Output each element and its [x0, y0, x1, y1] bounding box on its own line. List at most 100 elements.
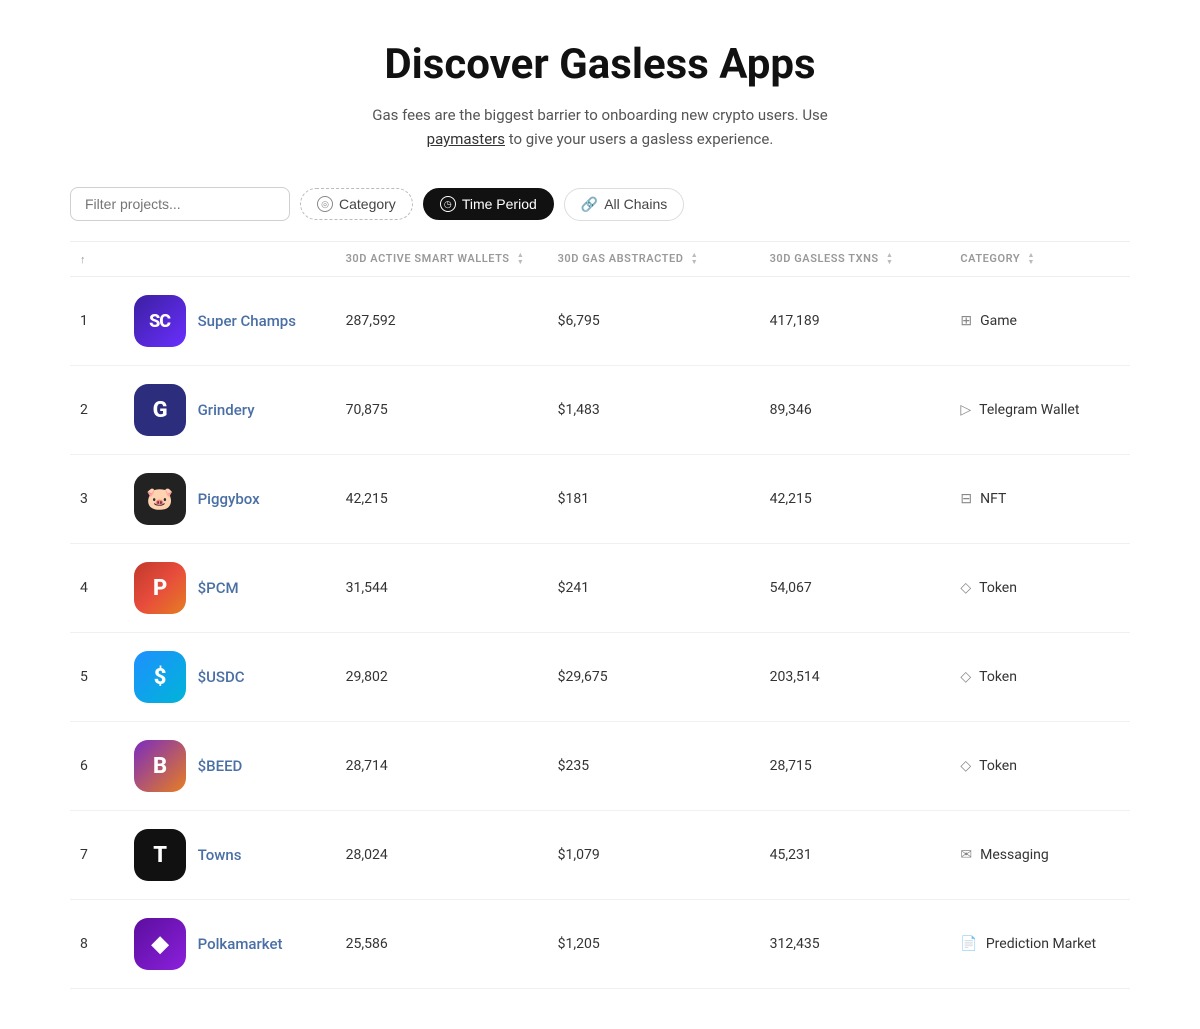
col-name	[134, 242, 346, 277]
name-cell: G Grindery	[134, 366, 346, 455]
category-icon: 📄	[960, 936, 977, 952]
app-name-link[interactable]: Super Champs	[198, 312, 296, 330]
col-gas[interactable]: 30D Gas Abstracted ▲▼	[558, 242, 770, 277]
name-cell: $ $USDC	[134, 633, 346, 722]
category-label: Messaging	[980, 847, 1049, 863]
app-name-link[interactable]: Towns	[198, 846, 242, 864]
category-cell: ◇ Token	[960, 722, 1130, 811]
gas-cell: $235	[558, 722, 770, 811]
txns-cell: 89,346	[770, 366, 961, 455]
filters-bar: ◎ Category ◷ Time Period 🔗 All Chains	[70, 187, 1130, 221]
time-period-filter-button[interactable]: ◷ Time Period	[423, 188, 554, 220]
projects-table: ↑ 30D Active Smart Wallets ▲▼ 30D Gas Ab…	[70, 241, 1130, 989]
table-body: 1 SC Super Champs 287,592 $6,795 417,189…	[70, 277, 1130, 989]
category-icon: ⊟	[960, 491, 972, 507]
txns-cell: 312,435	[770, 900, 961, 989]
time-icon: ◷	[440, 196, 456, 212]
rank-cell: 3	[70, 455, 134, 544]
col-wallets[interactable]: 30D Active Smart Wallets ▲▼	[346, 242, 558, 277]
page-subtitle: Gas fees are the biggest barrier to onbo…	[340, 103, 860, 151]
rank-cell: 7	[70, 811, 134, 900]
category-icon: ▷	[960, 402, 971, 418]
table-row: 7 T Towns 28,024 $1,079 45,231 ✉ Messagi…	[70, 811, 1130, 900]
app-name-link[interactable]: $USDC	[198, 668, 245, 686]
app-logo: G	[134, 384, 186, 436]
category-cell: ⊞ Game	[960, 277, 1130, 366]
category-icon: ◇	[960, 758, 971, 774]
name-cell: B $BEED	[134, 722, 346, 811]
category-label: Game	[980, 313, 1017, 329]
category-icon: ✉	[960, 847, 972, 863]
txns-cell: 45,231	[770, 811, 961, 900]
category-filter-button[interactable]: ◎ Category	[300, 188, 413, 220]
gas-cell: $181	[558, 455, 770, 544]
app-name-link[interactable]: Grindery	[198, 401, 255, 419]
category-icon: ⊞	[960, 313, 972, 329]
app-logo: 🐷	[134, 473, 186, 525]
category-label: Telegram Wallet	[979, 402, 1079, 418]
wallets-cell: 31,544	[346, 544, 558, 633]
app-name-link[interactable]: Piggybox	[198, 490, 260, 508]
category-icon: ◎	[317, 196, 333, 212]
col-rank[interactable]: ↑	[70, 242, 134, 277]
chain-link-icon: 🔗	[581, 196, 598, 213]
app-name-link[interactable]: Polkamarket	[198, 935, 283, 953]
category-label: Token	[979, 758, 1017, 774]
sort-gas-icon: ▲▼	[691, 252, 698, 266]
table-row: 6 B $BEED 28,714 $235 28,715 ◇ Token	[70, 722, 1130, 811]
rank-cell: 2	[70, 366, 134, 455]
name-cell: 🐷 Piggybox	[134, 455, 346, 544]
name-cell: P $PCM	[134, 544, 346, 633]
wallets-cell: 287,592	[346, 277, 558, 366]
sort-txns-icon: ▲▼	[886, 252, 893, 266]
category-label: Token	[979, 669, 1017, 685]
gas-cell: $6,795	[558, 277, 770, 366]
app-logo: SC	[134, 295, 186, 347]
table-row: 5 $ $USDC 29,802 $29,675 203,514 ◇ Token	[70, 633, 1130, 722]
wallets-cell: 42,215	[346, 455, 558, 544]
gas-cell: $1,079	[558, 811, 770, 900]
name-cell: T Towns	[134, 811, 346, 900]
page-header: Discover Gasless Apps Gas fees are the b…	[70, 40, 1130, 151]
category-icon: ◇	[960, 669, 971, 685]
table-header: ↑ 30D Active Smart Wallets ▲▼ 30D Gas Ab…	[70, 242, 1130, 277]
gas-cell: $241	[558, 544, 770, 633]
category-cell: ▷ Telegram Wallet	[960, 366, 1130, 455]
txns-cell: 54,067	[770, 544, 961, 633]
table-row: 1 SC Super Champs 287,592 $6,795 417,189…	[70, 277, 1130, 366]
sort-wallets-icon: ▲▼	[517, 252, 524, 266]
wallets-cell: 28,714	[346, 722, 558, 811]
gas-cell: $1,205	[558, 900, 770, 989]
app-logo: $	[134, 651, 186, 703]
category-icon: ◇	[960, 580, 971, 596]
app-name-link[interactable]: $BEED	[198, 757, 243, 775]
app-logo: B	[134, 740, 186, 792]
table-row: 8 ◆ Polkamarket 25,586 $1,205 312,435 📄 …	[70, 900, 1130, 989]
rank-cell: 5	[70, 633, 134, 722]
sort-cat-icon: ▲▼	[1028, 252, 1035, 266]
rank-cell: 8	[70, 900, 134, 989]
category-cell: ⊟ NFT	[960, 455, 1130, 544]
name-cell: ◆ Polkamarket	[134, 900, 346, 989]
rank-cell: 1	[70, 277, 134, 366]
app-logo: P	[134, 562, 186, 614]
category-label: Token	[979, 580, 1017, 596]
col-txns[interactable]: 30D Gasless TXNs ▲▼	[770, 242, 961, 277]
category-label: Prediction Market	[986, 936, 1096, 952]
search-input[interactable]	[70, 187, 290, 221]
wallets-cell: 28,024	[346, 811, 558, 900]
table-row: 2 G Grindery 70,875 $1,483 89,346 ▷ Tele…	[70, 366, 1130, 455]
all-chains-filter-button[interactable]: 🔗 All Chains	[564, 188, 684, 221]
app-name-link[interactable]: $PCM	[198, 579, 239, 597]
paymasters-link[interactable]: paymasters	[427, 130, 505, 148]
category-cell: 📄 Prediction Market	[960, 900, 1130, 989]
category-label: NFT	[980, 491, 1006, 507]
name-cell: SC Super Champs	[134, 277, 346, 366]
wallets-cell: 70,875	[346, 366, 558, 455]
table-row: 4 P $PCM 31,544 $241 54,067 ◇ Token	[70, 544, 1130, 633]
txns-cell: 28,715	[770, 722, 961, 811]
col-category[interactable]: Category ▲▼	[960, 242, 1130, 277]
table-row: 3 🐷 Piggybox 42,215 $181 42,215 ⊟ NFT	[70, 455, 1130, 544]
gas-cell: $29,675	[558, 633, 770, 722]
txns-cell: 203,514	[770, 633, 961, 722]
